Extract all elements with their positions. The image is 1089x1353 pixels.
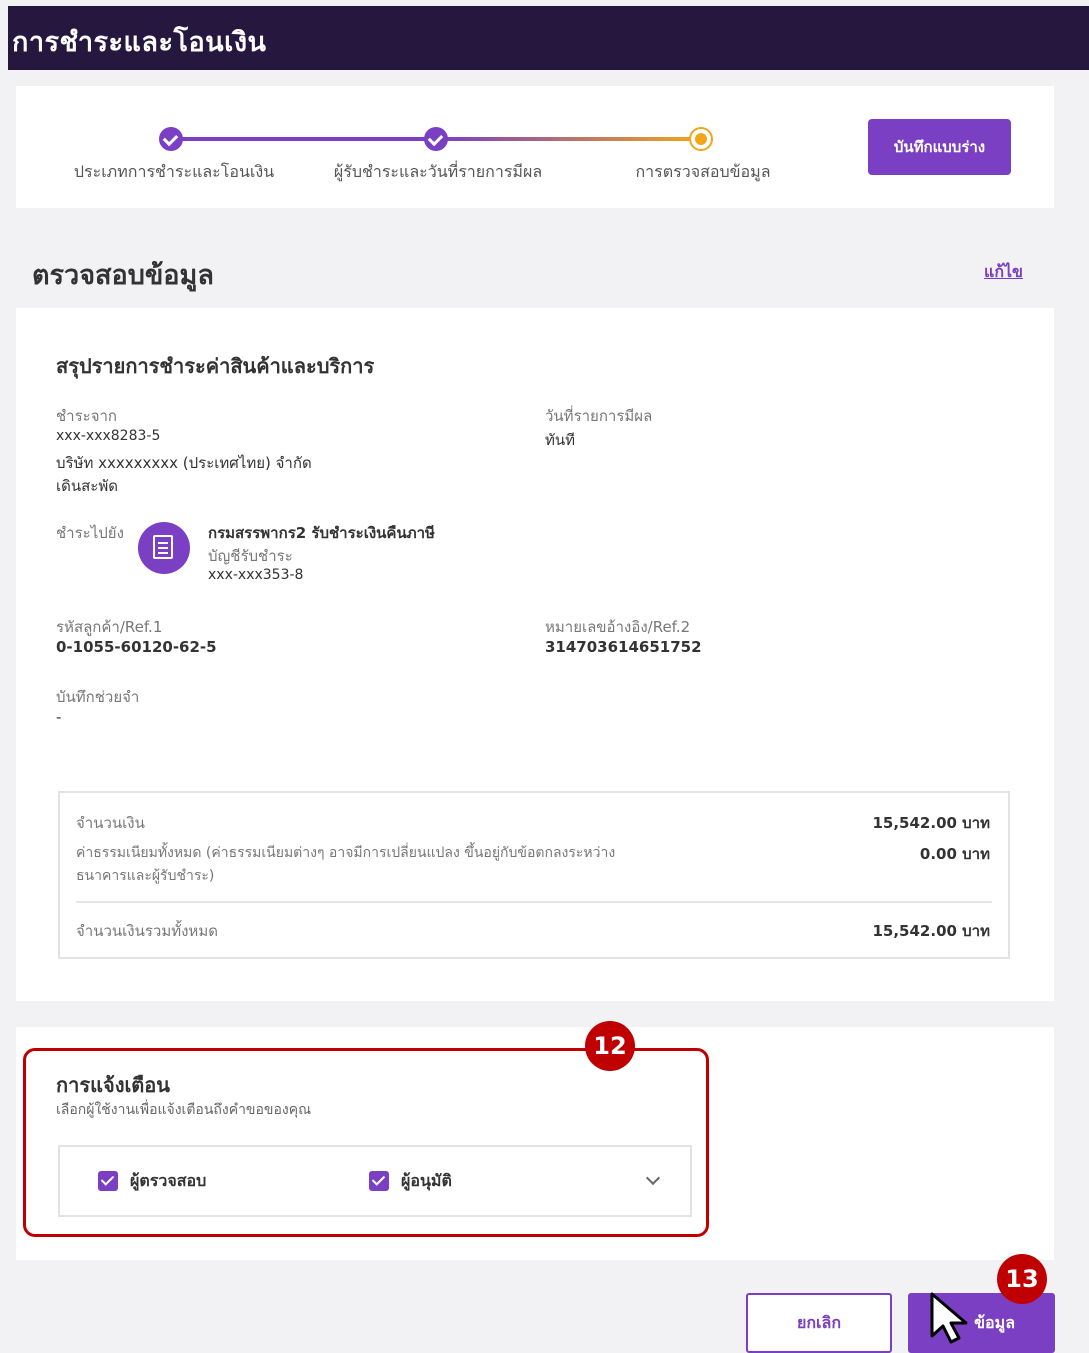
cancel-button[interactable]: ยกเลิก (746, 1293, 892, 1353)
edit-link[interactable]: แก้ไข (984, 260, 1023, 285)
pay-from-label: ชำระจาก (56, 407, 118, 425)
effective-date-value: ทันที (545, 431, 576, 449)
review-title: ตรวจสอบข้อมูล (32, 260, 214, 291)
memo-value: - (56, 708, 62, 726)
fee-value: 0.00 บาท (919, 845, 990, 863)
progress-track-1 (176, 137, 440, 141)
pay-from-company: บริษัท xxxxxxxxx (ประเทศไทย) จำกัด (56, 454, 312, 472)
biller-name: กรมสรรพากร2 รับชำระเงินคืนภาษี (208, 524, 435, 542)
amount-label: จำนวนเงิน (76, 814, 145, 832)
stepper-card: ประเภทการชำระและโอนเงิน ผู้รับชำระและวัน… (16, 86, 1054, 208)
fee-label-line-2: ธนาคารและผู้รับชำระ) (76, 868, 215, 884)
annotation-badge-13: 13 (997, 1254, 1047, 1304)
step-2-check-icon (424, 127, 448, 151)
effective-date-label: วันที่รายการมีผล (545, 407, 653, 425)
review-summary-card: สรุปรายการชำระค่าสินค้าและบริการ ชำระจาก… (16, 308, 1054, 1001)
step-3-label: การตรวจสอบข้อมูล (635, 162, 771, 181)
summary-title: สรุปรายการชำระค่าสินค้าและบริการ (56, 354, 375, 378)
page-header-title: การชำระและโอนเงิน (12, 27, 267, 58)
total-label: จำนวนเงินรวมทั้งหมด (76, 922, 218, 940)
biller-account-label: บัญชีรับชำระ (208, 547, 293, 565)
annotation-badge-12: 12 (585, 1021, 635, 1071)
pay-from-type: เดินสะพัด (56, 477, 118, 495)
mouse-cursor-icon (930, 1292, 968, 1344)
pay-from-account: xxx-xxx8283-5 (56, 428, 161, 444)
ref1-value: 0-1055-60120-62-5 (56, 638, 217, 656)
step-3-current-icon (689, 127, 713, 151)
amount-divider (76, 901, 992, 903)
step-2-label: ผู้รับชำระและวันที่รายการมีผล (333, 162, 543, 181)
memo-label: บันทึกช่วยจำ (56, 688, 140, 706)
pay-to-label: ชำระไปยัง (56, 524, 124, 542)
amount-value: 15,542.00 บาท (872, 814, 990, 832)
ref1-label: รหัสลูกค้า/Ref.1 (56, 618, 163, 636)
document-icon (138, 522, 190, 574)
ref2-label: หมายเลขอ้างอิง/Ref.2 (545, 618, 691, 636)
annotation-highlight-box (23, 1048, 709, 1237)
step-1-check-icon (159, 127, 183, 151)
fee-label: ค่าธรรมเนียมทั้งหมด (ค่าธรรมเนียมต่างๆ อ… (76, 845, 616, 861)
amount-summary-box: จำนวนเงิน 15,542.00 บาท ค่าธรรมเนียมทั้ง… (58, 791, 1010, 959)
biller-account: xxx-xxx353-8 (208, 567, 304, 583)
save-draft-button[interactable]: บันทึกแบบร่าง (868, 119, 1011, 175)
step-1-label: ประเภทการชำระและโอนเงิน (73, 162, 275, 181)
ref2-value: 314703614651752 (545, 638, 702, 656)
total-value: 15,542.00 บาท (872, 922, 990, 940)
app-header: การชำระและโอนเงิน (8, 6, 1089, 70)
progress-track-2 (440, 137, 702, 141)
